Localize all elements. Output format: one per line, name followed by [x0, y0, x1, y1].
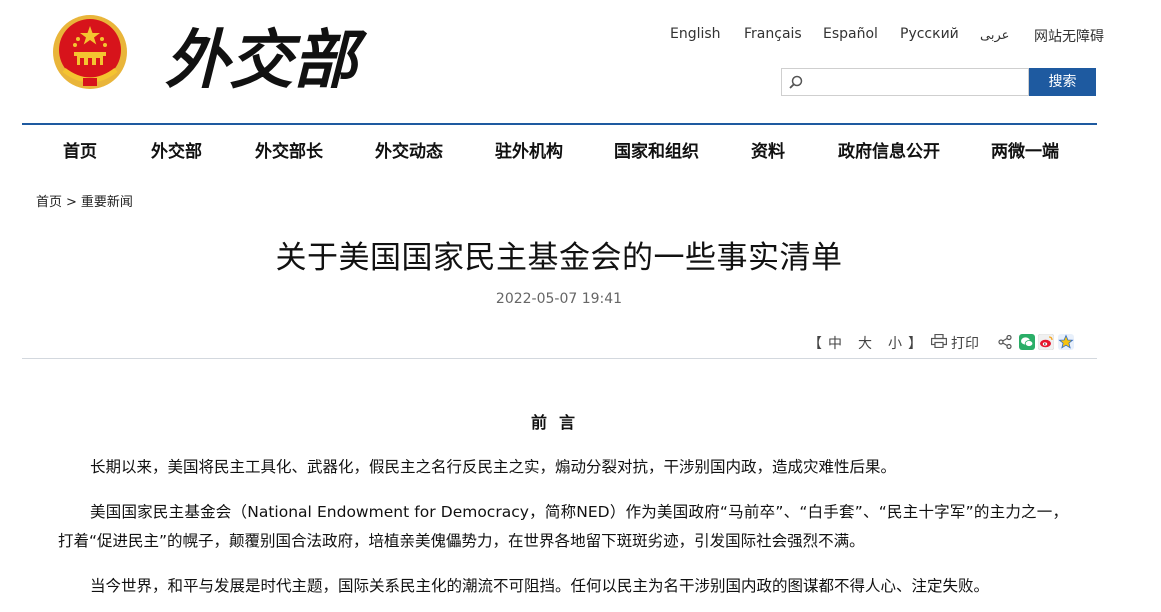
lang-russian-link[interactable]: Русский: [900, 26, 959, 42]
nav-item-minister[interactable]: 外交部长: [255, 137, 323, 162]
font-medium-button[interactable]: 中: [828, 336, 842, 352]
nav-item-missions[interactable]: 驻外机构: [495, 137, 563, 162]
site-logo: 外交部: [165, 23, 368, 97]
nav-item-gov-info[interactable]: 政府信息公开: [838, 137, 940, 162]
search-icon: [789, 75, 803, 89]
article-title: 关于美国国家民主基金会的一些事实清单: [275, 240, 843, 276]
paragraph-1: 长期以来，美国将民主工具化、武器化，假民主之名行反民主之实，煽动分裂对抗，干涉别…: [90, 458, 897, 476]
logo-text: 外交部: [165, 23, 368, 97]
national-emblem-icon: [53, 15, 127, 89]
font-small-button[interactable]: 小: [888, 336, 902, 352]
wechat-icon[interactable]: [1019, 334, 1035, 350]
print-button[interactable]: 打印: [951, 333, 979, 353]
search-box: [781, 68, 1029, 96]
bracket-close: 】: [908, 336, 922, 352]
bracket-open: 【: [808, 336, 822, 352]
breadcrumb-separator: >: [66, 195, 77, 210]
nav-item-ministry[interactable]: 外交部: [151, 137, 202, 162]
font-large-button[interactable]: 大: [858, 336, 872, 352]
lang-spanish-link[interactable]: Español: [823, 26, 878, 42]
nav-item-countries[interactable]: 国家和组织: [614, 137, 699, 162]
weibo-icon[interactable]: [1038, 334, 1054, 350]
breadcrumb-current[interactable]: 重要新闻: [81, 195, 133, 210]
paragraph-3: 当今世界，和平与发展是时代主题，国际关系民主化的潮流不可阻挡。任何以民主为名干涉…: [90, 577, 990, 595]
search-button[interactable]: 搜索: [1029, 68, 1096, 96]
font-size-controls: 【中大小】: [808, 333, 928, 353]
section-heading: 前言: [530, 413, 587, 432]
nav-item-home[interactable]: 首页: [63, 137, 97, 162]
breadcrumb-home[interactable]: 首页: [36, 195, 62, 210]
nav-item-activities[interactable]: 外交动态: [375, 137, 443, 162]
article-date: 2022-05-07 19:41: [495, 291, 623, 307]
breadcrumb: 首页 > 重要新闻: [36, 191, 137, 210]
nav-item-media[interactable]: 两微一端: [991, 137, 1059, 162]
lang-french-link[interactable]: Français: [744, 26, 802, 42]
nav-item-resources[interactable]: 资料: [751, 137, 785, 162]
accessibility-link[interactable]: 网站无障碍: [1034, 26, 1104, 46]
qzone-icon[interactable]: [1058, 334, 1074, 350]
lang-english-link[interactable]: English: [670, 26, 721, 42]
article-divider: [22, 358, 1097, 359]
search-input[interactable]: [808, 71, 1028, 95]
lang-arabic-link[interactable]: عربى: [980, 28, 1009, 43]
share-icon[interactable]: [998, 335, 1012, 349]
paragraph-2: 美国国家民主基金会（National Endowment for Democra…: [58, 503, 1068, 550]
print-icon[interactable]: [931, 334, 947, 348]
nav-top-border: [22, 123, 1097, 125]
